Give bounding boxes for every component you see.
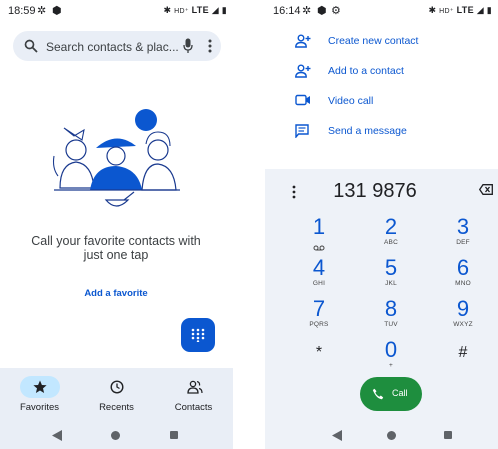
signal-icon: ◢	[211, 5, 219, 15]
status-time: 18:59	[8, 5, 36, 17]
status-time: 16:14	[273, 5, 301, 17]
key-5[interactable]: 5 JKL	[366, 257, 416, 297]
add-to-contact[interactable]: Add to a contact	[265, 58, 498, 86]
nav-favorites[interactable]: Favorites	[1, 368, 78, 422]
key-7[interactable]: 7 PQRS	[294, 298, 344, 338]
home-icon[interactable]	[111, 431, 120, 440]
create-new-contact[interactable]: Create new contact	[265, 28, 498, 56]
status-right: ✱ HD⁺ LTE ◢ ▮	[428, 5, 492, 15]
dialpad-fab[interactable]	[181, 318, 215, 352]
message-icon	[295, 124, 309, 138]
dialed-number[interactable]: 131 9876	[305, 180, 445, 203]
mic-icon[interactable]	[183, 38, 193, 54]
send-message[interactable]: Send a message	[265, 118, 498, 146]
people-icon	[187, 380, 203, 394]
system-navigation	[0, 422, 233, 449]
shield-icon: ⬢	[52, 5, 62, 17]
recents-icon[interactable]	[444, 431, 452, 439]
gear-icon: ✲	[302, 5, 312, 17]
favorites-screen: 18:59 ✲ ⬢ ✱ HD⁺ LTE ◢ ▮ Search contacts …	[0, 0, 233, 449]
more-vert-icon[interactable]	[207, 39, 213, 53]
dialpad: 131 9876 1 2 ABC 3 DEF 4 GHI 5 JKL 6 MNO…	[265, 169, 498, 422]
person-add-icon	[295, 34, 311, 48]
system-navigation	[265, 422, 498, 449]
status-bar: 18:59 ✲ ⬢ ✱ HD⁺ LTE ◢ ▮	[0, 0, 233, 22]
clock-icon	[110, 380, 124, 394]
search-icon	[24, 39, 38, 53]
key-0[interactable]: 0 +	[366, 339, 416, 379]
signal-icon: ◢	[476, 5, 484, 15]
battery-icon: ▮	[221, 5, 227, 15]
bluetooth-icon: ✱	[163, 5, 172, 15]
nav-label: Favorites	[19, 402, 60, 413]
videocam-icon	[295, 94, 310, 106]
backspace-icon[interactable]	[479, 184, 493, 195]
key-star[interactable]: *	[294, 339, 344, 379]
voicemail-icon	[313, 245, 325, 251]
status-right: ✱ HD⁺ LTE ◢ ▮	[163, 5, 227, 15]
key-3[interactable]: 3 DEF	[438, 216, 488, 256]
battery-icon: ▮	[486, 5, 492, 15]
bluetooth-icon: ✱	[428, 5, 437, 15]
status-bar: 16:14 ✲ ⬢ ⚙ ✱ HD⁺ LTE ◢ ▮	[265, 0, 498, 22]
action-label: Send a message	[328, 125, 407, 137]
more-vert-icon[interactable]	[291, 185, 297, 199]
nav-label: Recents	[99, 402, 134, 413]
key-9[interactable]: 9 WXYZ	[438, 298, 488, 338]
empty-state-message: Call your favorite contacts with just on…	[31, 234, 201, 262]
nav-contacts[interactable]: Contacts	[155, 368, 232, 422]
shield-icon: ⬢	[317, 5, 327, 17]
home-icon[interactable]	[387, 431, 396, 440]
call-button[interactable]: Call	[360, 377, 422, 411]
dialpad-icon	[191, 328, 205, 342]
add-favorite-link[interactable]: Add a favorite	[30, 288, 202, 299]
key-4[interactable]: 4 GHI	[294, 257, 344, 297]
network-type: LTE	[456, 5, 474, 15]
action-label: Video call	[328, 95, 374, 107]
favorites-illustration	[52, 109, 180, 207]
phone-icon	[372, 388, 384, 400]
person-add-icon	[295, 64, 311, 78]
star-icon	[33, 380, 47, 393]
key-2[interactable]: 2 ABC	[366, 216, 416, 256]
back-icon[interactable]	[52, 430, 62, 441]
video-call[interactable]: Video call	[265, 88, 498, 116]
action-label: Add to a contact	[328, 65, 404, 77]
call-label: Call	[392, 388, 408, 398]
settings-icon: ⚙	[331, 5, 341, 17]
search-input[interactable]: Search contacts & plac...	[46, 40, 179, 54]
nav-recents[interactable]: Recents	[78, 368, 155, 422]
recents-icon[interactable]	[170, 431, 178, 439]
search-bar[interactable]: Search contacts & plac...	[13, 31, 221, 61]
key-8[interactable]: 8 TUV	[366, 298, 416, 338]
action-label: Create new contact	[328, 35, 419, 47]
key-hash[interactable]: #	[438, 339, 488, 379]
bottom-navigation: Favorites Recents Contacts	[0, 368, 233, 422]
gear-icon: ✲	[37, 5, 47, 17]
network-type: LTE	[191, 5, 209, 15]
key-1[interactable]: 1	[294, 216, 344, 256]
key-6[interactable]: 6 MNO	[438, 257, 488, 297]
nav-label: Contacts	[174, 402, 213, 413]
back-icon[interactable]	[332, 430, 342, 441]
dialer-screen: 16:14 ✲ ⬢ ⚙ ✱ HD⁺ LTE ◢ ▮ Create new con…	[265, 0, 498, 449]
